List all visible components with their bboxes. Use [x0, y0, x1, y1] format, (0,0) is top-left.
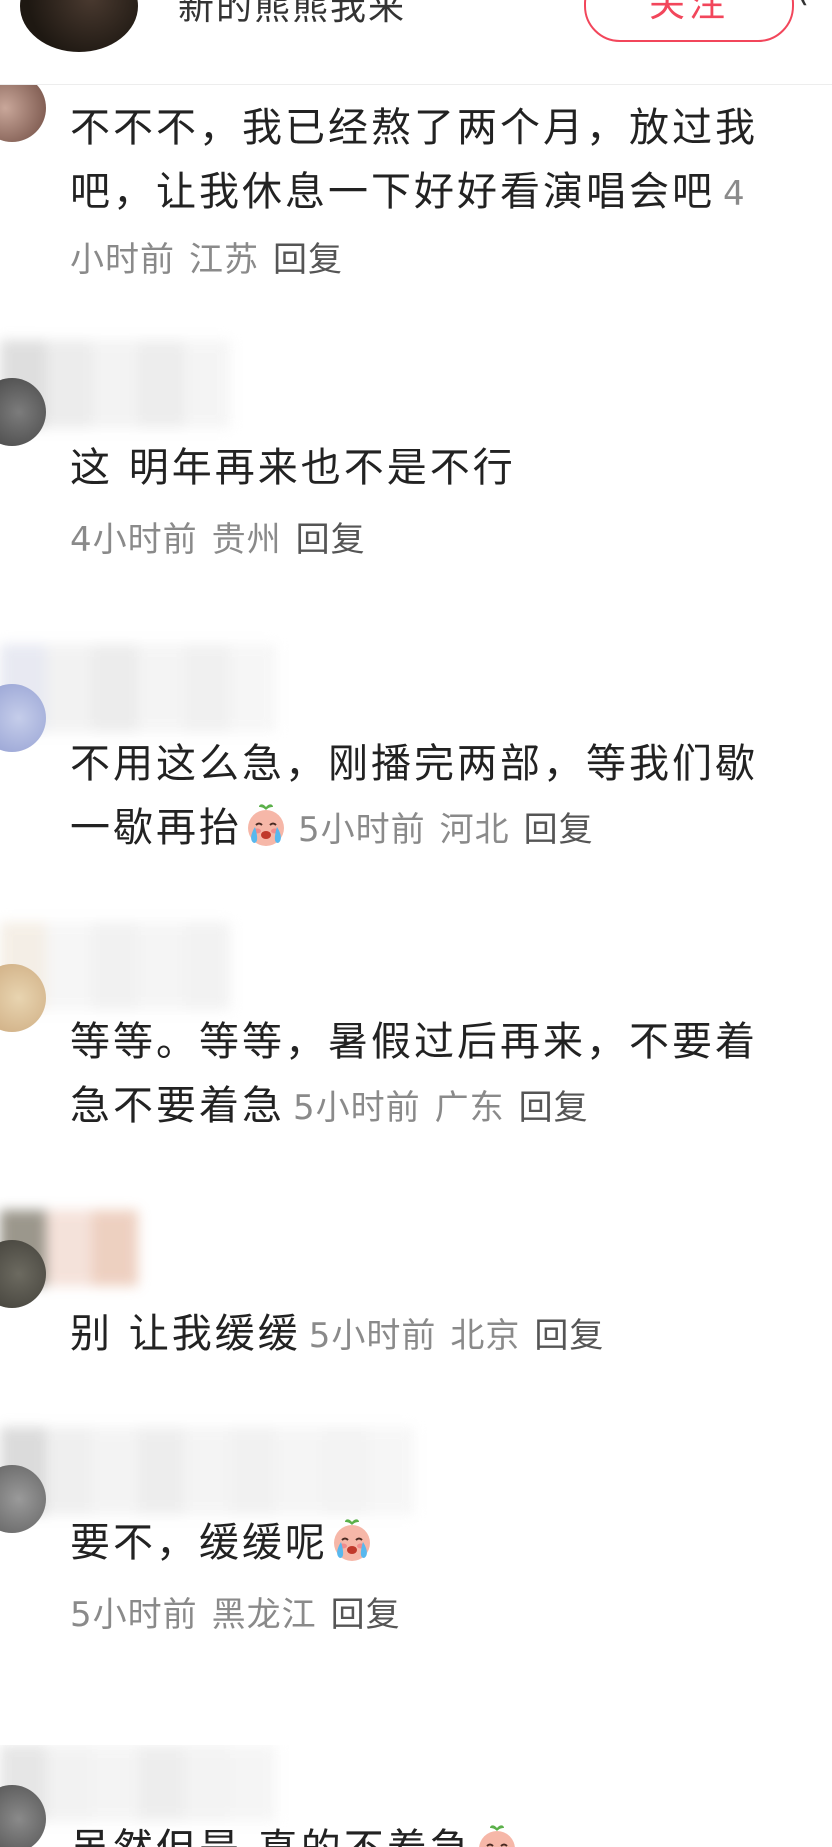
crying-peach-emoji: [334, 1519, 370, 1561]
comment-body: 虽然但是 真的不着急: [70, 1826, 473, 1847]
comment-item: 虽然但是 真的不着急: [0, 1745, 832, 1847]
reply-button[interactable]: 回复: [524, 810, 594, 850]
reply-button[interactable]: 回复: [331, 1595, 401, 1635]
comment-location: 广东: [434, 1088, 505, 1128]
comment-item: 要不，缓缓呢 5小时前 黑龙江 回复: [0, 1425, 832, 1655]
comment-time: 4小时前: [70, 520, 198, 560]
comment-text: 不用这么急，刚播完两部，等我们歇一歇再抬 5小时前 河北 回复: [70, 732, 770, 862]
blurred-username: [0, 1427, 414, 1515]
comment-time: 5小时前: [293, 1088, 421, 1128]
author-name[interactable]: 新的熊熊我来: [178, 0, 406, 30]
comment-meta: 5小时前 黑龙江 回复: [70, 1587, 401, 1636]
comment-text: 虽然但是 真的不着急: [70, 1817, 770, 1847]
crying-peach-emoji: [248, 804, 284, 846]
reply-button[interactable]: 回复: [519, 1088, 589, 1128]
comment-body: 这 明年再来也不是不行: [70, 445, 516, 491]
comment-time: 5小时前: [308, 1316, 437, 1356]
comment-location: 江苏: [189, 240, 259, 280]
more-menu-icon[interactable]: (: [796, 0, 832, 26]
comment-item: 别 让我缓缓 5小时前 北京 回复: [0, 1210, 832, 1380]
comment-time: 5小时前: [70, 1595, 198, 1635]
comment-location: 北京: [450, 1316, 521, 1356]
comment-body: 要不，缓缓呢: [70, 1520, 328, 1566]
comment-item: 等等。等等，暑假过后再来，不要着急不要着急 5小时前 广东 回复: [0, 920, 832, 1160]
comment-location: 黑龙江: [211, 1595, 317, 1635]
reply-button[interactable]: 回复: [296, 520, 366, 560]
comment-location: 贵州: [211, 520, 282, 560]
comment-text: 要不，缓缓呢: [70, 1511, 770, 1575]
reply-button[interactable]: 回复: [534, 1316, 604, 1356]
reply-button[interactable]: 回复: [273, 240, 343, 280]
top-bar: 新的熊熊我来 关注 (: [0, 0, 832, 85]
crying-peach-emoji: [478, 1825, 515, 1847]
comment-meta: 4小时前 贵州 回复: [70, 512, 366, 561]
comment-text: 不不不，我已经熬了两个月，放过我吧，让我休息一下好好看演唱会吧 4小时前 江苏 回复: [70, 96, 770, 292]
comment-item: 这 明年再来也不是不行 4小时前 贵州 回复: [0, 330, 832, 570]
comment-meta: 5小时前 河北 回复: [298, 810, 594, 850]
comment-item: 不不不，我已经熬了两个月，放过我吧，让我休息一下好好看演唱会吧 4小时前 江苏 回复: [0, 74, 832, 284]
comment-item: 不用这么急，刚播完两部，等我们歇一歇再抬 5小时前 河北 回复: [0, 640, 832, 880]
comment-meta: 5小时前 北京 回复: [309, 1316, 605, 1356]
comment-body: 不不不，我已经熬了两个月，放过我吧，让我休息一下好好看演唱会吧: [70, 105, 758, 215]
comment-location: 河北: [439, 810, 510, 850]
author-avatar[interactable]: [20, 0, 138, 52]
follow-button[interactable]: 关注: [584, 0, 794, 42]
comment-text: 别 让我缓缓 5小时前 北京 回复: [70, 1302, 770, 1368]
comment-time: 5小时前: [298, 810, 426, 850]
comment-meta: 5小时前 广东 回复: [293, 1088, 589, 1128]
comment-text: 等等。等等，暑假过后再来，不要着急不要着急 5小时前 广东 回复: [70, 1010, 770, 1140]
comment-body: 别 让我缓缓: [70, 1311, 301, 1357]
